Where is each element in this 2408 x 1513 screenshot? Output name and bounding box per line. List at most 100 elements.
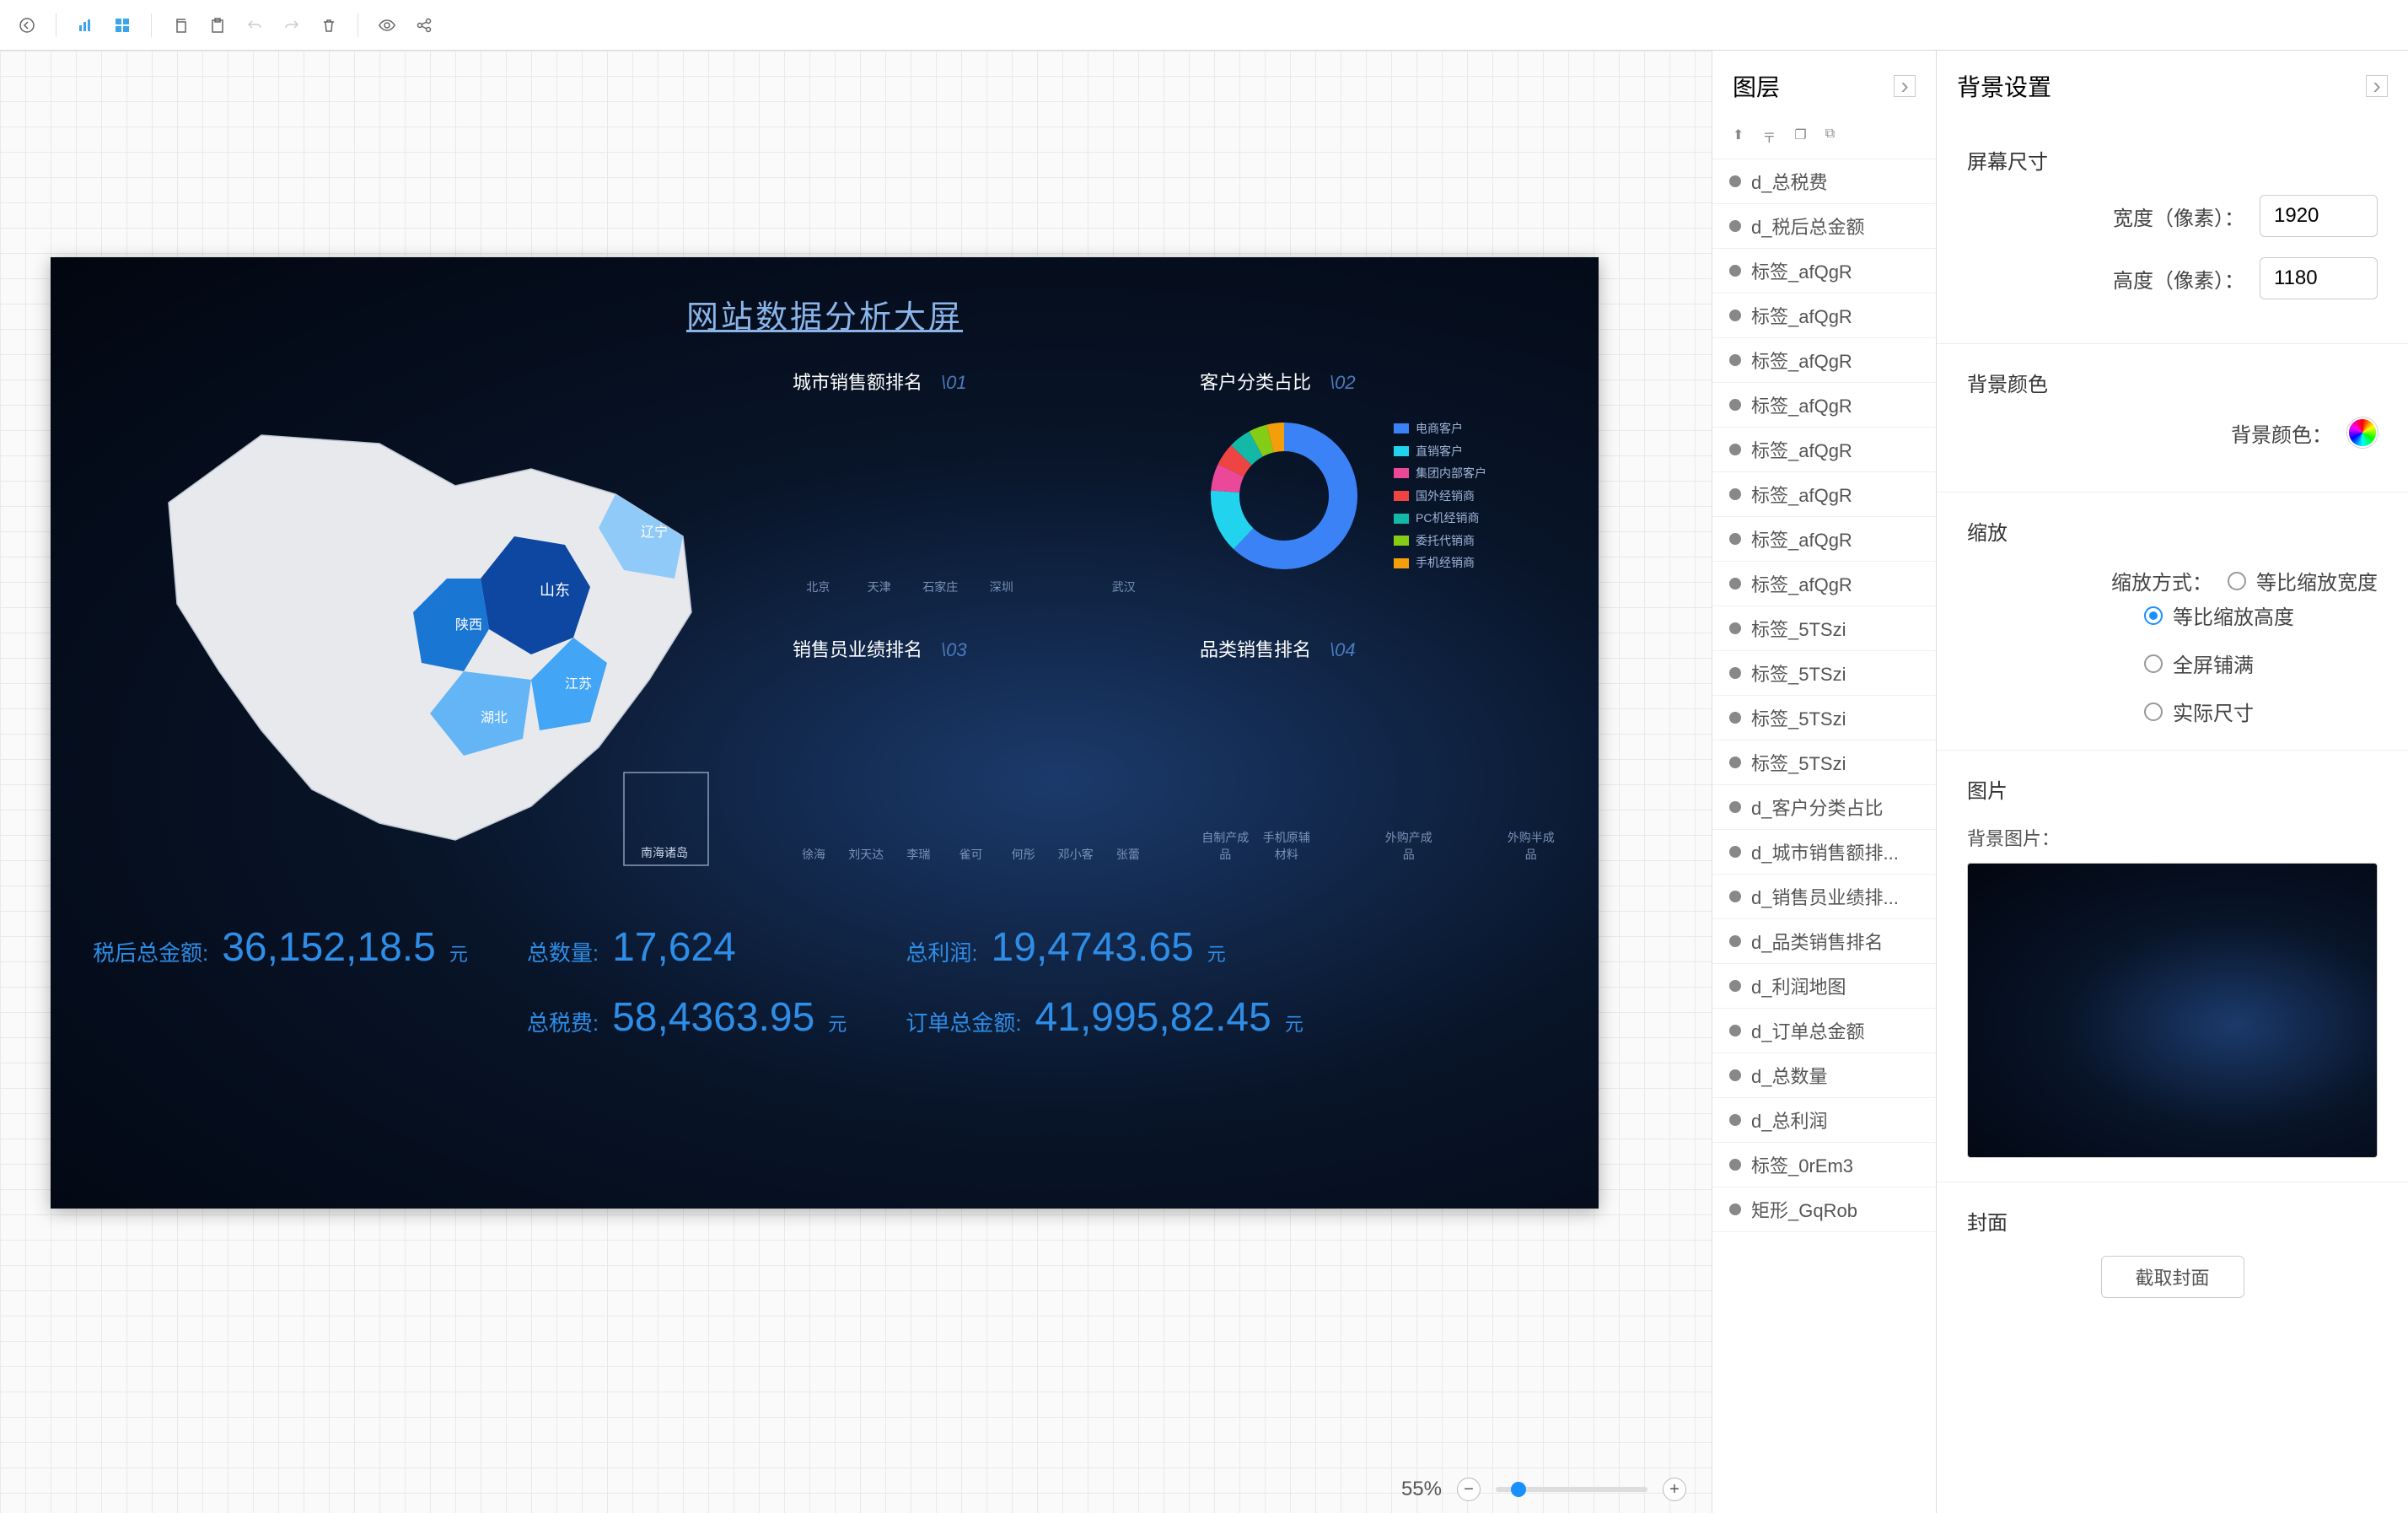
layer-label: d_城市销售额排... — [1751, 838, 1899, 865]
delete-icon[interactable] — [315, 12, 342, 39]
layers-panel: 图层 › ⬆ 〒 ❐ ⧉ d_总税费d_税后总金额标签_afQgR标签_afQg… — [1712, 51, 1936, 1513]
layer-dot-icon — [1729, 935, 1741, 947]
layer-label: 标签_afQgR — [1751, 570, 1852, 597]
back-icon[interactable] — [13, 12, 40, 39]
preview-icon[interactable] — [374, 12, 400, 39]
layer-dot-icon — [1729, 175, 1741, 187]
scale-option[interactable]: 全屏铺满 — [2144, 649, 2378, 678]
bg-color-title: 背景颜色 — [1967, 368, 2378, 397]
layer-dot-icon — [1729, 1069, 1741, 1081]
chart-customer-pie: 客户分类占比\02 — [1200, 368, 1556, 606]
layer-label: 标签_5TSzi — [1751, 660, 1846, 687]
capture-cover-button[interactable]: 截取封面 — [2101, 1256, 2244, 1298]
layer-dot-icon — [1729, 220, 1741, 232]
zoom-slider[interactable] — [1496, 1487, 1647, 1492]
bg-image-preview[interactable] — [1967, 863, 2378, 1158]
height-input[interactable] — [2260, 257, 2378, 299]
color-picker[interactable] — [2347, 417, 2378, 448]
layer-item[interactable]: d_利润地图 — [1712, 964, 1936, 1009]
layer-item[interactable]: 标签_5TSzi — [1712, 696, 1936, 740]
copy-icon[interactable] — [167, 12, 194, 39]
layer-item[interactable]: 标签_afQgR — [1712, 293, 1936, 338]
layer-item[interactable]: d_总税费 — [1712, 159, 1936, 204]
layer-item[interactable]: 标签_0rEm3 — [1712, 1143, 1936, 1187]
china-map: 山东 陕西 江苏 湖北 辽宁 南海诸岛 — [93, 368, 750, 874]
layer-dot-icon — [1729, 980, 1741, 992]
layer-item[interactable]: 矩形_GqRob — [1712, 1187, 1936, 1232]
layer-item[interactable]: 标签_afQgR — [1712, 472, 1936, 517]
layer-item[interactable]: 标签_afQgR — [1712, 338, 1936, 383]
bring-front-icon[interactable]: ⬆ — [1733, 127, 1744, 147]
layer-item[interactable]: 标签_afQgR — [1712, 383, 1936, 428]
stats-row: 税后总金额:36,152,18.5元 总数量:17,624 总税费:58,436… — [93, 924, 1556, 1041]
layer-dot-icon — [1729, 488, 1741, 500]
dashboard-preview[interactable]: 网站数据分析大屏 山东 陕西 江苏 湖北 辽宁 — [51, 257, 1599, 1209]
svg-text:陕西: 陕西 — [455, 617, 482, 633]
layer-item[interactable]: d_城市销售额排... — [1712, 830, 1936, 875]
layer-item[interactable]: 标签_5TSzi — [1712, 606, 1936, 651]
layer-item[interactable]: 标签_5TSzi — [1712, 740, 1936, 785]
paste-icon[interactable] — [204, 12, 231, 39]
properties-panel: 背景设置 › 屏幕尺寸 宽度（像素）： 高度（像素）： 背景颜色 背景颜色： 缩… — [1936, 51, 2408, 1513]
scale-option[interactable]: 等比缩放高度 — [2144, 600, 2378, 630]
layer-label: 标签_0rEm3 — [1751, 1151, 1853, 1178]
layer-item[interactable]: d_品类销售排名 — [1712, 919, 1936, 964]
collapse-icon[interactable]: › — [2366, 75, 2388, 97]
layer-dot-icon — [1729, 444, 1741, 455]
layer-label: 标签_5TSzi — [1751, 749, 1846, 776]
align-icon[interactable]: 〒 — [1762, 127, 1776, 147]
chart-title: 城市销售额排名\01 — [793, 368, 1149, 395]
grid-icon[interactable] — [109, 12, 136, 39]
layer-label: d_利润地图 — [1751, 972, 1846, 999]
width-input[interactable] — [2260, 195, 2378, 237]
zoom-out-button[interactable]: − — [1457, 1478, 1481, 1501]
layer-label: 标签_5TSzi — [1751, 615, 1846, 642]
height-label: 高度（像素）： — [2076, 264, 2244, 293]
layer-item[interactable]: 标签_afQgR — [1712, 428, 1936, 472]
props-title: 背景设置 — [1957, 69, 2051, 103]
chart-title: 客户分类占比\02 — [1200, 368, 1556, 395]
layers-list: d_总税费d_税后总金额标签_afQgR标签_afQgR标签_afQgR标签_a… — [1712, 159, 1936, 1513]
layer-item[interactable]: 标签_afQgR — [1712, 249, 1936, 293]
layer-dot-icon — [1729, 1159, 1741, 1171]
layer-item[interactable]: d_客户分类占比 — [1712, 785, 1936, 830]
layer-item[interactable]: 标签_afQgR — [1712, 517, 1936, 562]
share-icon[interactable] — [411, 12, 438, 39]
zoom-in-button[interactable]: + — [1663, 1478, 1686, 1501]
layer-label: d_总利润 — [1751, 1106, 1827, 1133]
layer-dot-icon — [1729, 1025, 1741, 1036]
layer-dot-icon — [1729, 310, 1741, 321]
layer-item[interactable]: d_税后总金额 — [1712, 204, 1936, 249]
scale-option[interactable]: 实际尺寸 — [2144, 697, 2378, 726]
layer-dot-icon — [1729, 578, 1741, 590]
layer-item[interactable]: d_销售员业绩排... — [1712, 875, 1936, 919]
svg-text:江苏: 江苏 — [565, 676, 592, 692]
layer-dot-icon — [1729, 1203, 1741, 1215]
layer-item[interactable]: 标签_afQgR — [1712, 562, 1936, 606]
layer-dot-icon — [1729, 622, 1741, 634]
group-icon[interactable]: ⧉ — [1825, 127, 1835, 147]
legend: 电商客户 直销客户 集团内部客户 国外经销商 PC机经销商 委托代销商 手机经销… — [1394, 417, 1486, 574]
chart-salesperson: 销售员业绩排名\03 徐海 刘天达 李瑞 雀可 何彤 邓小客 张蕾 — [793, 635, 1149, 874]
scale-option[interactable]: 等比缩放宽度 — [2228, 566, 2378, 595]
chart-city-sales: 城市销售额排名\01 北京 天津 石家庄 深圳 武汉 — [793, 368, 1149, 606]
send-back-icon[interactable]: ❐ — [1794, 127, 1806, 147]
layer-dot-icon — [1729, 533, 1741, 545]
redo-icon[interactable] — [278, 12, 305, 39]
layer-dot-icon — [1729, 399, 1741, 411]
layer-label: 矩形_GqRob — [1751, 1196, 1857, 1223]
layer-label: 标签_afQgR — [1751, 481, 1852, 508]
page-title: 网站数据分析大屏 — [93, 291, 1556, 337]
bar-chart-icon[interactable] — [72, 12, 99, 39]
collapse-icon[interactable]: › — [1894, 75, 1916, 97]
layer-item[interactable]: d_订单总金额 — [1712, 1009, 1936, 1053]
canvas-area[interactable]: 网站数据分析大屏 山东 陕西 江苏 湖北 辽宁 — [0, 51, 1712, 1513]
layer-dot-icon — [1729, 801, 1741, 813]
layer-label: d_总税费 — [1751, 168, 1827, 195]
layer-label: 标签_afQgR — [1751, 257, 1852, 284]
layer-item[interactable]: d_总数量 — [1712, 1053, 1936, 1098]
layer-item[interactable]: 标签_5TSzi — [1712, 651, 1936, 696]
layer-item[interactable]: d_总利润 — [1712, 1098, 1936, 1143]
undo-icon[interactable] — [241, 12, 268, 39]
layers-title: 图层 — [1733, 69, 1780, 103]
